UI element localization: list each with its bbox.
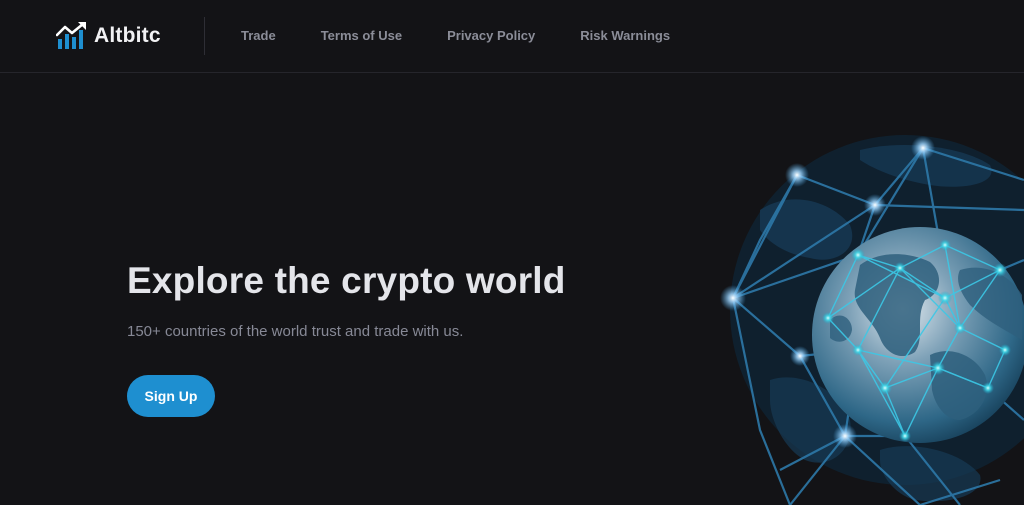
- nav-divider: [204, 17, 205, 55]
- brand-name: Altbitc: [94, 24, 161, 47]
- nav-link-risk-warnings[interactable]: Risk Warnings: [580, 27, 670, 45]
- brand-logo-link[interactable]: Altbitc: [56, 20, 161, 52]
- network-globe-icon: [720, 135, 1024, 505]
- top-navigation-bar: Altbitc Trade Terms of Use Privacy Polic…: [0, 0, 1024, 73]
- nav-link-terms-of-use[interactable]: Terms of Use: [321, 27, 402, 45]
- sign-up-button[interactable]: Sign Up: [127, 375, 215, 417]
- landing-page: Altbitc Trade Terms of Use Privacy Polic…: [0, 0, 1024, 505]
- nav-link-privacy-policy[interactable]: Privacy Policy: [447, 27, 535, 45]
- hero-title: Explore the crypto world: [127, 260, 566, 301]
- main-nav: Trade Terms of Use Privacy Policy Risk W…: [241, 27, 715, 45]
- chart-trend-icon: [56, 22, 86, 49]
- nav-link-trade[interactable]: Trade: [241, 27, 276, 45]
- hero-subtitle: 150+ countries of the world trust and tr…: [127, 323, 464, 340]
